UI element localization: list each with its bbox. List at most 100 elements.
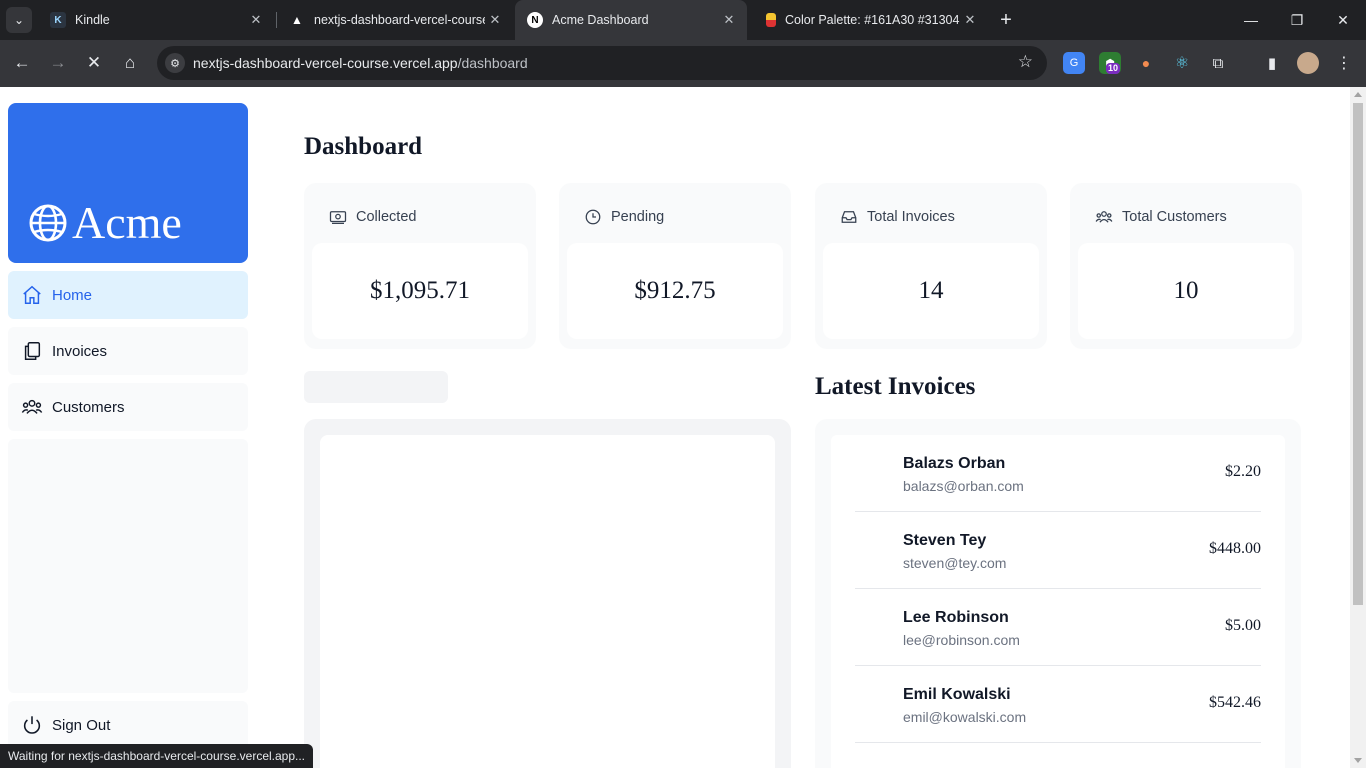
globe-icon <box>29 204 67 242</box>
close-icon[interactable]: ✕ <box>719 10 739 30</box>
tab-title: Kindle <box>75 13 110 27</box>
sidebar-spacer <box>8 439 248 693</box>
tab-nextjs-course[interactable]: ▲ nextjs-dashboard-vercel-course ✕ <box>277 0 513 40</box>
scroll-up-arrow-icon[interactable] <box>1354 92 1362 97</box>
clock-icon <box>583 207 603 227</box>
home-icon <box>20 283 44 307</box>
translate-extension-icon[interactable]: G <box>1063 52 1085 74</box>
customer-email: balazs@orban.com <box>903 478 1024 494</box>
sidebar-item-customers[interactable]: Customers <box>8 383 248 431</box>
customer-email: steven@tey.com <box>903 555 1007 571</box>
card-total-invoices: Total Invoices 14 <box>815 183 1047 349</box>
invoice-amount: $5.00 <box>1225 617 1261 634</box>
tab-color-palette[interactable]: Color Palette: #161A30 #31304 ✕ <box>752 0 988 40</box>
latest-invoices-list: Balazs Orban balazs@orban.com $2.20 Stev… <box>831 435 1285 768</box>
card-collected: Collected $1,095.71 <box>304 183 536 349</box>
stop-loading-button[interactable]: ✕ <box>79 48 109 78</box>
sign-out-label: Sign Out <box>52 716 111 734</box>
close-icon[interactable]: ✕ <box>485 10 505 30</box>
tab-search-button[interactable]: ⌄ <box>6 7 32 33</box>
tab-acme-dashboard[interactable]: N Acme Dashboard ✕ <box>515 0 747 40</box>
sign-out-button[interactable]: Sign Out <box>8 701 248 749</box>
invoice-amount: $2.20 <box>1225 463 1261 480</box>
card-pending: Pending $912.75 <box>559 183 791 349</box>
power-icon <box>20 713 44 737</box>
latest-invoices-title: Latest Invoices <box>815 373 976 400</box>
browser-tabbar: ⌄ K Kindle ✕ ▲ nextjs-dashboard-vercel-c… <box>0 0 1366 40</box>
forward-button[interactable]: → <box>43 48 73 78</box>
user-group-icon <box>20 395 44 419</box>
home-button[interactable]: ⌂ <box>115 48 145 78</box>
react-devtools-icon[interactable]: ⚛ <box>1171 52 1193 74</box>
close-icon[interactable]: ✕ <box>960 10 980 30</box>
card-label: Total Customers <box>1122 209 1227 225</box>
page-viewport: Acme Home Invoices Customers Sign Out Da… <box>0 87 1366 768</box>
card-value: 14 <box>823 243 1039 339</box>
customer-email: emil@kowalski.com <box>903 709 1027 725</box>
address-bar[interactable]: ⚙ nextjs-dashboard-vercel-course.vercel.… <box>157 46 1047 80</box>
loading-status-bubble: Waiting for nextjs-dashboard-vercel-cour… <box>0 744 314 768</box>
sidebar-item-invoices[interactable]: Invoices <box>8 327 248 375</box>
divider <box>855 742 1261 743</box>
card-total-customers: Total Customers 10 <box>1070 183 1302 349</box>
latest-invoices-panel: Balazs Orban balazs@orban.com $2.20 Stev… <box>815 419 1301 768</box>
page-scrollbar[interactable] <box>1350 87 1366 768</box>
tab-title: Acme Dashboard <box>552 13 649 27</box>
extension-badge: 10 <box>1106 63 1121 74</box>
palette-favicon-icon <box>766 13 776 27</box>
minimize-button[interactable]: — <box>1228 0 1274 40</box>
card-label: Collected <box>356 209 417 225</box>
scrollbar-thumb[interactable] <box>1353 103 1363 605</box>
nextjs-favicon-icon: N <box>527 12 543 28</box>
acme-logo-link[interactable]: Acme <box>8 103 248 263</box>
tab-kindle[interactable]: K Kindle ✕ <box>38 0 274 40</box>
card-value: 10 <box>1078 243 1294 339</box>
new-tab-button[interactable]: + <box>994 8 1018 32</box>
list-item: Emil Kowalski emil@kowalski.com $542.46 <box>855 666 1261 743</box>
side-panel-icon[interactable]: ▮ <box>1261 52 1283 74</box>
scroll-down-arrow-icon[interactable] <box>1354 758 1362 763</box>
browser-toolbar: ← → ✕ ⌂ ⚙ nextjs-dashboard-vercel-course… <box>0 40 1366 87</box>
sidebar-item-label: Invoices <box>52 342 108 360</box>
back-button[interactable]: ← <box>7 48 37 78</box>
customer-name: Balazs Orban <box>903 455 1006 472</box>
site-info-icon[interactable]: ⚙ <box>165 53 185 73</box>
restore-button[interactable]: ❐ <box>1274 0 1320 40</box>
customer-name: Lee Robinson <box>903 609 1009 626</box>
vercel-favicon-icon: ▲ <box>291 13 303 27</box>
inbox-icon <box>839 207 859 227</box>
list-item: Balazs Orban balazs@orban.com $2.20 <box>855 435 1261 512</box>
chart-title-skeleton <box>304 371 448 403</box>
tab-title: Color Palette: #161A30 #31304 <box>785 13 960 27</box>
url-host: nextjs-dashboard-vercel-course.vercel.ap… <box>193 55 458 71</box>
url-text[interactable]: nextjs-dashboard-vercel-course.vercel.ap… <box>193 55 528 71</box>
tab-title: nextjs-dashboard-vercel-course <box>314 13 485 27</box>
card-label: Pending <box>611 209 665 225</box>
url-path: /dashboard <box>457 55 528 71</box>
close-icon[interactable]: ✕ <box>246 10 266 30</box>
extension-icon[interactable]: ● <box>1135 52 1157 74</box>
card-label: Total Invoices <box>867 209 955 225</box>
sidebar-item-home[interactable]: Home <box>8 271 248 319</box>
kindle-favicon-icon: K <box>50 12 66 28</box>
document-duplicate-icon <box>20 339 44 363</box>
more-menu-icon[interactable]: ⋮ <box>1333 52 1355 74</box>
customer-email: lee@robinson.com <box>903 632 1020 648</box>
customer-name: Steven Tey <box>903 532 987 549</box>
banknotes-icon <box>328 207 348 227</box>
close-window-button[interactable]: ✕ <box>1320 0 1366 40</box>
sidebar-item-label: Customers <box>52 398 125 416</box>
profile-avatar[interactable] <box>1297 52 1319 74</box>
brand-name: Acme <box>72 197 182 248</box>
page-title: Dashboard <box>304 133 423 160</box>
user-group-icon <box>1094 207 1114 227</box>
customer-name: Emil Kowalski <box>903 686 1011 703</box>
bookmark-star-icon[interactable]: ☆ <box>1018 52 1033 72</box>
card-value: $912.75 <box>567 243 783 339</box>
extensions-puzzle-icon[interactable]: ⧉ <box>1207 52 1229 74</box>
invoice-amount: $542.46 <box>1209 694 1261 711</box>
list-item: Lee Robinson lee@robinson.com $5.00 <box>855 589 1261 666</box>
list-item: Steven Tey steven@tey.com $448.00 <box>855 512 1261 589</box>
invoice-amount: $448.00 <box>1209 540 1261 557</box>
card-value: $1,095.71 <box>312 243 528 339</box>
